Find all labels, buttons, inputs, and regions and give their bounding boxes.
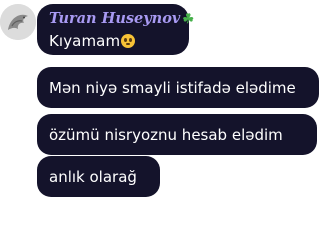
message-bubble-4[interactable]: anlık olarağ <box>37 156 160 197</box>
shamrock-icon: ☘ <box>182 12 194 27</box>
message-text: Mən niyə smayli istifadə elədime <box>49 78 296 97</box>
sender-name[interactable]: Turan Huseynov <box>49 10 180 27</box>
pleading-face-emoji-icon <box>121 34 136 48</box>
chat-screen: Turan Huseynov ☘ Kıyamam Mən niyə smayli … <box>0 0 320 247</box>
message-text: Kıyamam <box>49 32 121 50</box>
message-bubble-3[interactable]: özümü nisryoznu hesab elədim <box>37 114 317 155</box>
dragon-avatar-icon <box>0 4 36 40</box>
message-text: özümü nisryoznu hesab elədim <box>49 125 283 144</box>
sender-avatar[interactable] <box>0 4 36 40</box>
message-text-row: Kıyamam <box>49 31 177 51</box>
sender-name-row: Turan Huseynov ☘ <box>49 10 194 29</box>
message-bubble-2[interactable]: Mən niyə smayli istifadə elədime <box>37 67 319 108</box>
message-bubble-1[interactable]: Turan Huseynov ☘ Kıyamam <box>37 4 194 55</box>
message-text: anlık olarağ <box>49 167 137 186</box>
